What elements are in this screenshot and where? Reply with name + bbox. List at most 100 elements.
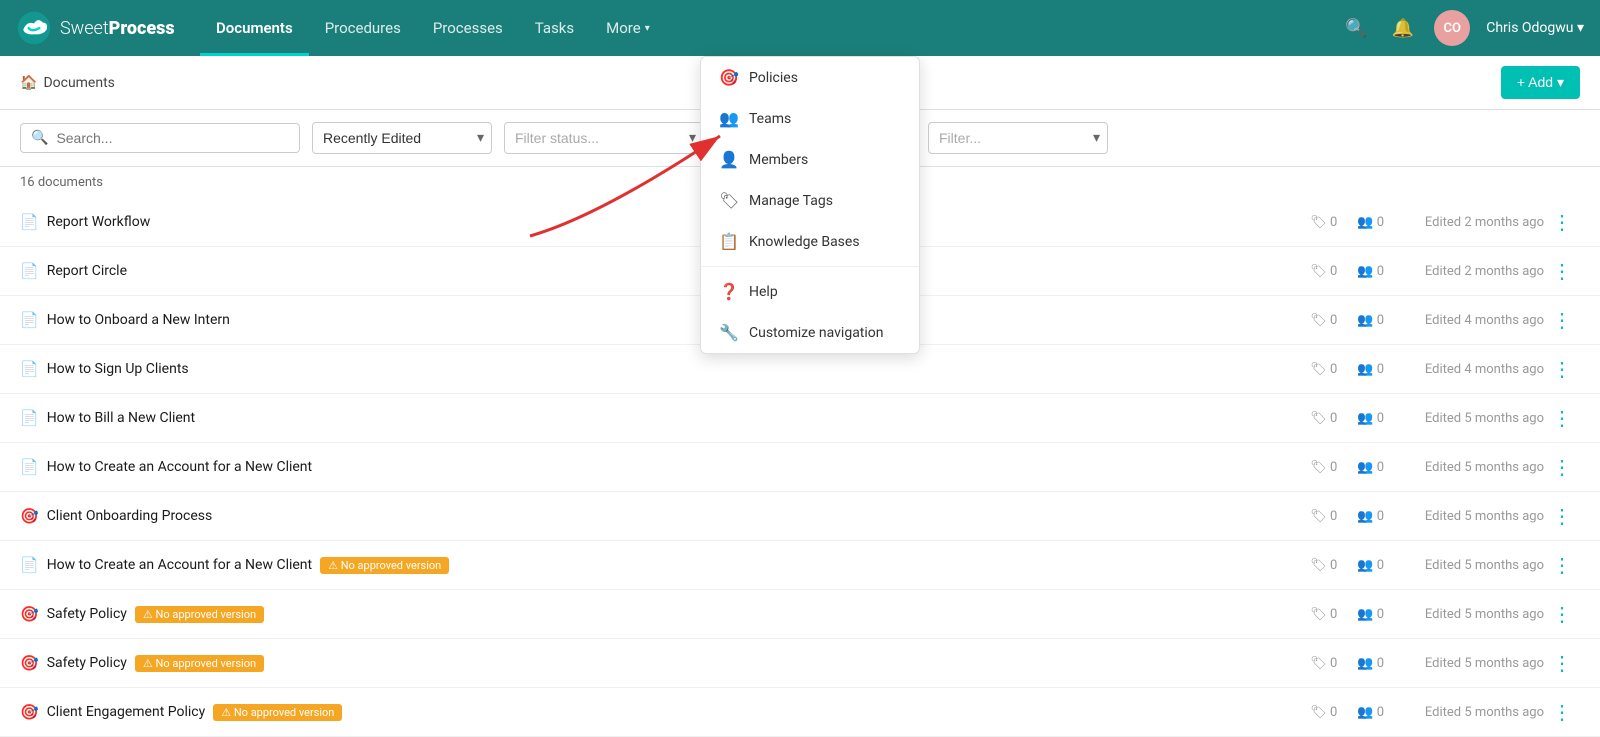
table-row[interactable]: 🎯Client Onboarding Process🏷 0👥 0Edited 5… bbox=[0, 492, 1600, 541]
nav-tasks[interactable]: Tasks bbox=[519, 0, 590, 56]
dropdown-item-label-manage-tags: Manage Tags bbox=[749, 193, 833, 209]
more-options-button[interactable]: ⋮ bbox=[1544, 504, 1580, 528]
doc-title: How to Onboard a New Intern bbox=[47, 312, 230, 328]
policy-icon: 🎯 bbox=[20, 507, 39, 525]
doc-title: How to Bill a New Client bbox=[47, 410, 195, 426]
doc-edit-time: Edited 5 months ago bbox=[1384, 705, 1544, 720]
dropdown-item-teams[interactable]: 👥Teams bbox=[701, 98, 919, 139]
tags-count: 🏷 0 bbox=[1310, 705, 1337, 720]
extra-filter-select[interactable]: Filter... bbox=[928, 122, 1108, 154]
customize-nav-icon: 🔧 bbox=[719, 323, 739, 342]
policies-icon: 🎯 bbox=[719, 68, 739, 87]
table-row[interactable]: 📄How to Create an Account for a New Clie… bbox=[0, 443, 1600, 492]
table-row[interactable]: 📄How to Create an Account for a New Clie… bbox=[0, 541, 1600, 590]
dropdown-item-label-policies: Policies bbox=[749, 70, 798, 86]
doc-edit-time: Edited 4 months ago bbox=[1384, 313, 1544, 328]
members-count: 👥 0 bbox=[1357, 509, 1384, 524]
doc-edit-time: Edited 2 months ago bbox=[1384, 215, 1544, 230]
page-icon: 📄 bbox=[20, 311, 39, 329]
nav-more[interactable]: More ▾ bbox=[590, 0, 666, 56]
home-icon: 🏠 bbox=[20, 75, 37, 91]
sort-select[interactable]: Recently Edited bbox=[312, 122, 492, 154]
table-row[interactable]: 📄How to Bill a New Client🏷 0👥 0Edited 5 … bbox=[0, 394, 1600, 443]
more-options-button[interactable]: ⋮ bbox=[1544, 602, 1580, 626]
table-row[interactable]: 🎯Safety Policy⚠ No approved version🏷 0👥 … bbox=[0, 639, 1600, 688]
more-options-button[interactable]: ⋮ bbox=[1544, 406, 1580, 430]
doc-title: Report Workflow bbox=[47, 214, 151, 230]
more-options-button[interactable]: ⋮ bbox=[1544, 357, 1580, 381]
doc-title: How to Create an Account for a New Clien… bbox=[47, 459, 312, 475]
doc-edit-time: Edited 5 months ago bbox=[1384, 656, 1544, 671]
tags-count: 🏷 0 bbox=[1310, 460, 1337, 475]
doc-title: How to Sign Up Clients bbox=[47, 361, 189, 377]
members-icon: 👤 bbox=[719, 150, 739, 169]
no-approved-version-badge: ⚠ No approved version bbox=[320, 557, 449, 574]
doc-meta: 🏷 0👥 0 bbox=[1310, 313, 1384, 328]
nav-processes[interactable]: Processes bbox=[417, 0, 519, 56]
doc-edit-time: Edited 5 months ago bbox=[1384, 607, 1544, 622]
document-name: 🎯Safety Policy⚠ No approved version bbox=[20, 605, 1310, 623]
policy-icon: 🎯 bbox=[20, 654, 39, 672]
nav-documents[interactable]: Documents bbox=[200, 0, 309, 56]
user-name[interactable]: Chris Odogwu ▾ bbox=[1486, 20, 1584, 36]
status-filter-wrapper: Filter status... bbox=[504, 122, 704, 154]
doc-meta: 🏷 0👥 0 bbox=[1310, 460, 1384, 475]
nav-right: 🔍 🔔 CO Chris Odogwu ▾ bbox=[1341, 10, 1584, 46]
dropdown-item-customize-nav[interactable]: 🔧Customize navigation bbox=[701, 312, 919, 353]
search-box[interactable]: 🔍 bbox=[20, 123, 300, 153]
help-icon: ❓ bbox=[719, 282, 739, 301]
more-options-button[interactable]: ⋮ bbox=[1544, 455, 1580, 479]
tags-count: 🏷 0 bbox=[1310, 509, 1337, 524]
document-name: 🎯Client Engagement Policy⚠ No approved v… bbox=[20, 703, 1310, 721]
nav-procedures[interactable]: Procedures bbox=[309, 0, 417, 56]
add-button[interactable]: + Add ▾ bbox=[1501, 66, 1580, 99]
policy-icon: 🎯 bbox=[20, 605, 39, 623]
logo[interactable]: SweetProcess bbox=[16, 10, 176, 46]
members-count: 👥 0 bbox=[1357, 411, 1384, 426]
policy-icon: 🎯 bbox=[20, 703, 39, 721]
members-count: 👥 0 bbox=[1357, 656, 1384, 671]
doc-meta: 🏷 0👥 0 bbox=[1310, 558, 1384, 573]
table-row[interactable]: 🎯Client Engagement Policy⚠ No approved v… bbox=[0, 688, 1600, 737]
doc-title: Report Circle bbox=[47, 263, 127, 279]
doc-meta: 🏷 0 👥 0 bbox=[1310, 509, 1384, 524]
dropdown-item-manage-tags[interactable]: 🏷Manage Tags bbox=[701, 180, 919, 221]
members-count: 👥 0 bbox=[1357, 215, 1384, 230]
dropdown-item-help[interactable]: ❓Help bbox=[701, 271, 919, 312]
dropdown-item-members[interactable]: 👤Members bbox=[701, 139, 919, 180]
members-count: 👥 0 bbox=[1357, 313, 1384, 328]
tags-count: 🏷 0 bbox=[1310, 215, 1337, 230]
more-options-button[interactable]: ⋮ bbox=[1544, 210, 1580, 234]
more-options-button[interactable]: ⋮ bbox=[1544, 259, 1580, 283]
document-name: 📄 How to Onboard a New Intern bbox=[20, 311, 1310, 329]
more-options-button[interactable]: ⋮ bbox=[1544, 553, 1580, 577]
more-options-button[interactable]: ⋮ bbox=[1544, 651, 1580, 675]
status-filter-select[interactable]: Filter status... bbox=[504, 122, 704, 154]
doc-meta: 🏷 0👥 0 bbox=[1310, 607, 1384, 622]
document-name: 📄 Report Workflow bbox=[20, 213, 1310, 231]
doc-edit-time: Edited 5 months ago bbox=[1384, 411, 1544, 426]
sort-select-wrapper: Recently Edited bbox=[312, 122, 492, 154]
document-name: 🎯Safety Policy⚠ No approved version bbox=[20, 654, 1310, 672]
more-dropdown-menu: 🎯 Policies 👥Teams👤Members🏷Manage Tags📋Know… bbox=[700, 56, 920, 354]
more-options-button[interactable]: ⋮ bbox=[1544, 308, 1580, 332]
doc-meta: 🏷 0👥 0 bbox=[1310, 705, 1384, 720]
page-icon: 📄 bbox=[20, 262, 39, 280]
table-row[interactable]: 🎯Safety Policy⚠ No approved version🏷 0👥 … bbox=[0, 590, 1600, 639]
dropdown-item-knowledge-bases[interactable]: 📋Knowledge Bases bbox=[701, 221, 919, 262]
page-icon: 📄 bbox=[20, 213, 39, 231]
doc-meta: 🏷 0👥 0 bbox=[1310, 264, 1384, 279]
search-icon[interactable]: 🔍 bbox=[1341, 14, 1371, 43]
dropdown-item-policies[interactable]: 🎯 Policies bbox=[701, 57, 919, 98]
search-input[interactable] bbox=[56, 130, 289, 146]
breadcrumb: 🏠 Documents bbox=[20, 75, 115, 91]
tags-count: 🏷 0 bbox=[1310, 607, 1337, 622]
page-icon: 📄 bbox=[20, 409, 39, 427]
notifications-icon[interactable]: 🔔 bbox=[1388, 14, 1418, 43]
page-icon: 📄 bbox=[20, 360, 39, 378]
more-options-button[interactable]: ⋮ bbox=[1544, 700, 1580, 724]
doc-title: How to Create an Account for a New Clien… bbox=[47, 557, 312, 573]
nav-links: Documents Procedures Processes Tasks Mor… bbox=[200, 0, 1341, 56]
tags-count: 🏷 0 bbox=[1310, 558, 1337, 573]
document-name: 📄 Report Circle bbox=[20, 262, 1310, 280]
